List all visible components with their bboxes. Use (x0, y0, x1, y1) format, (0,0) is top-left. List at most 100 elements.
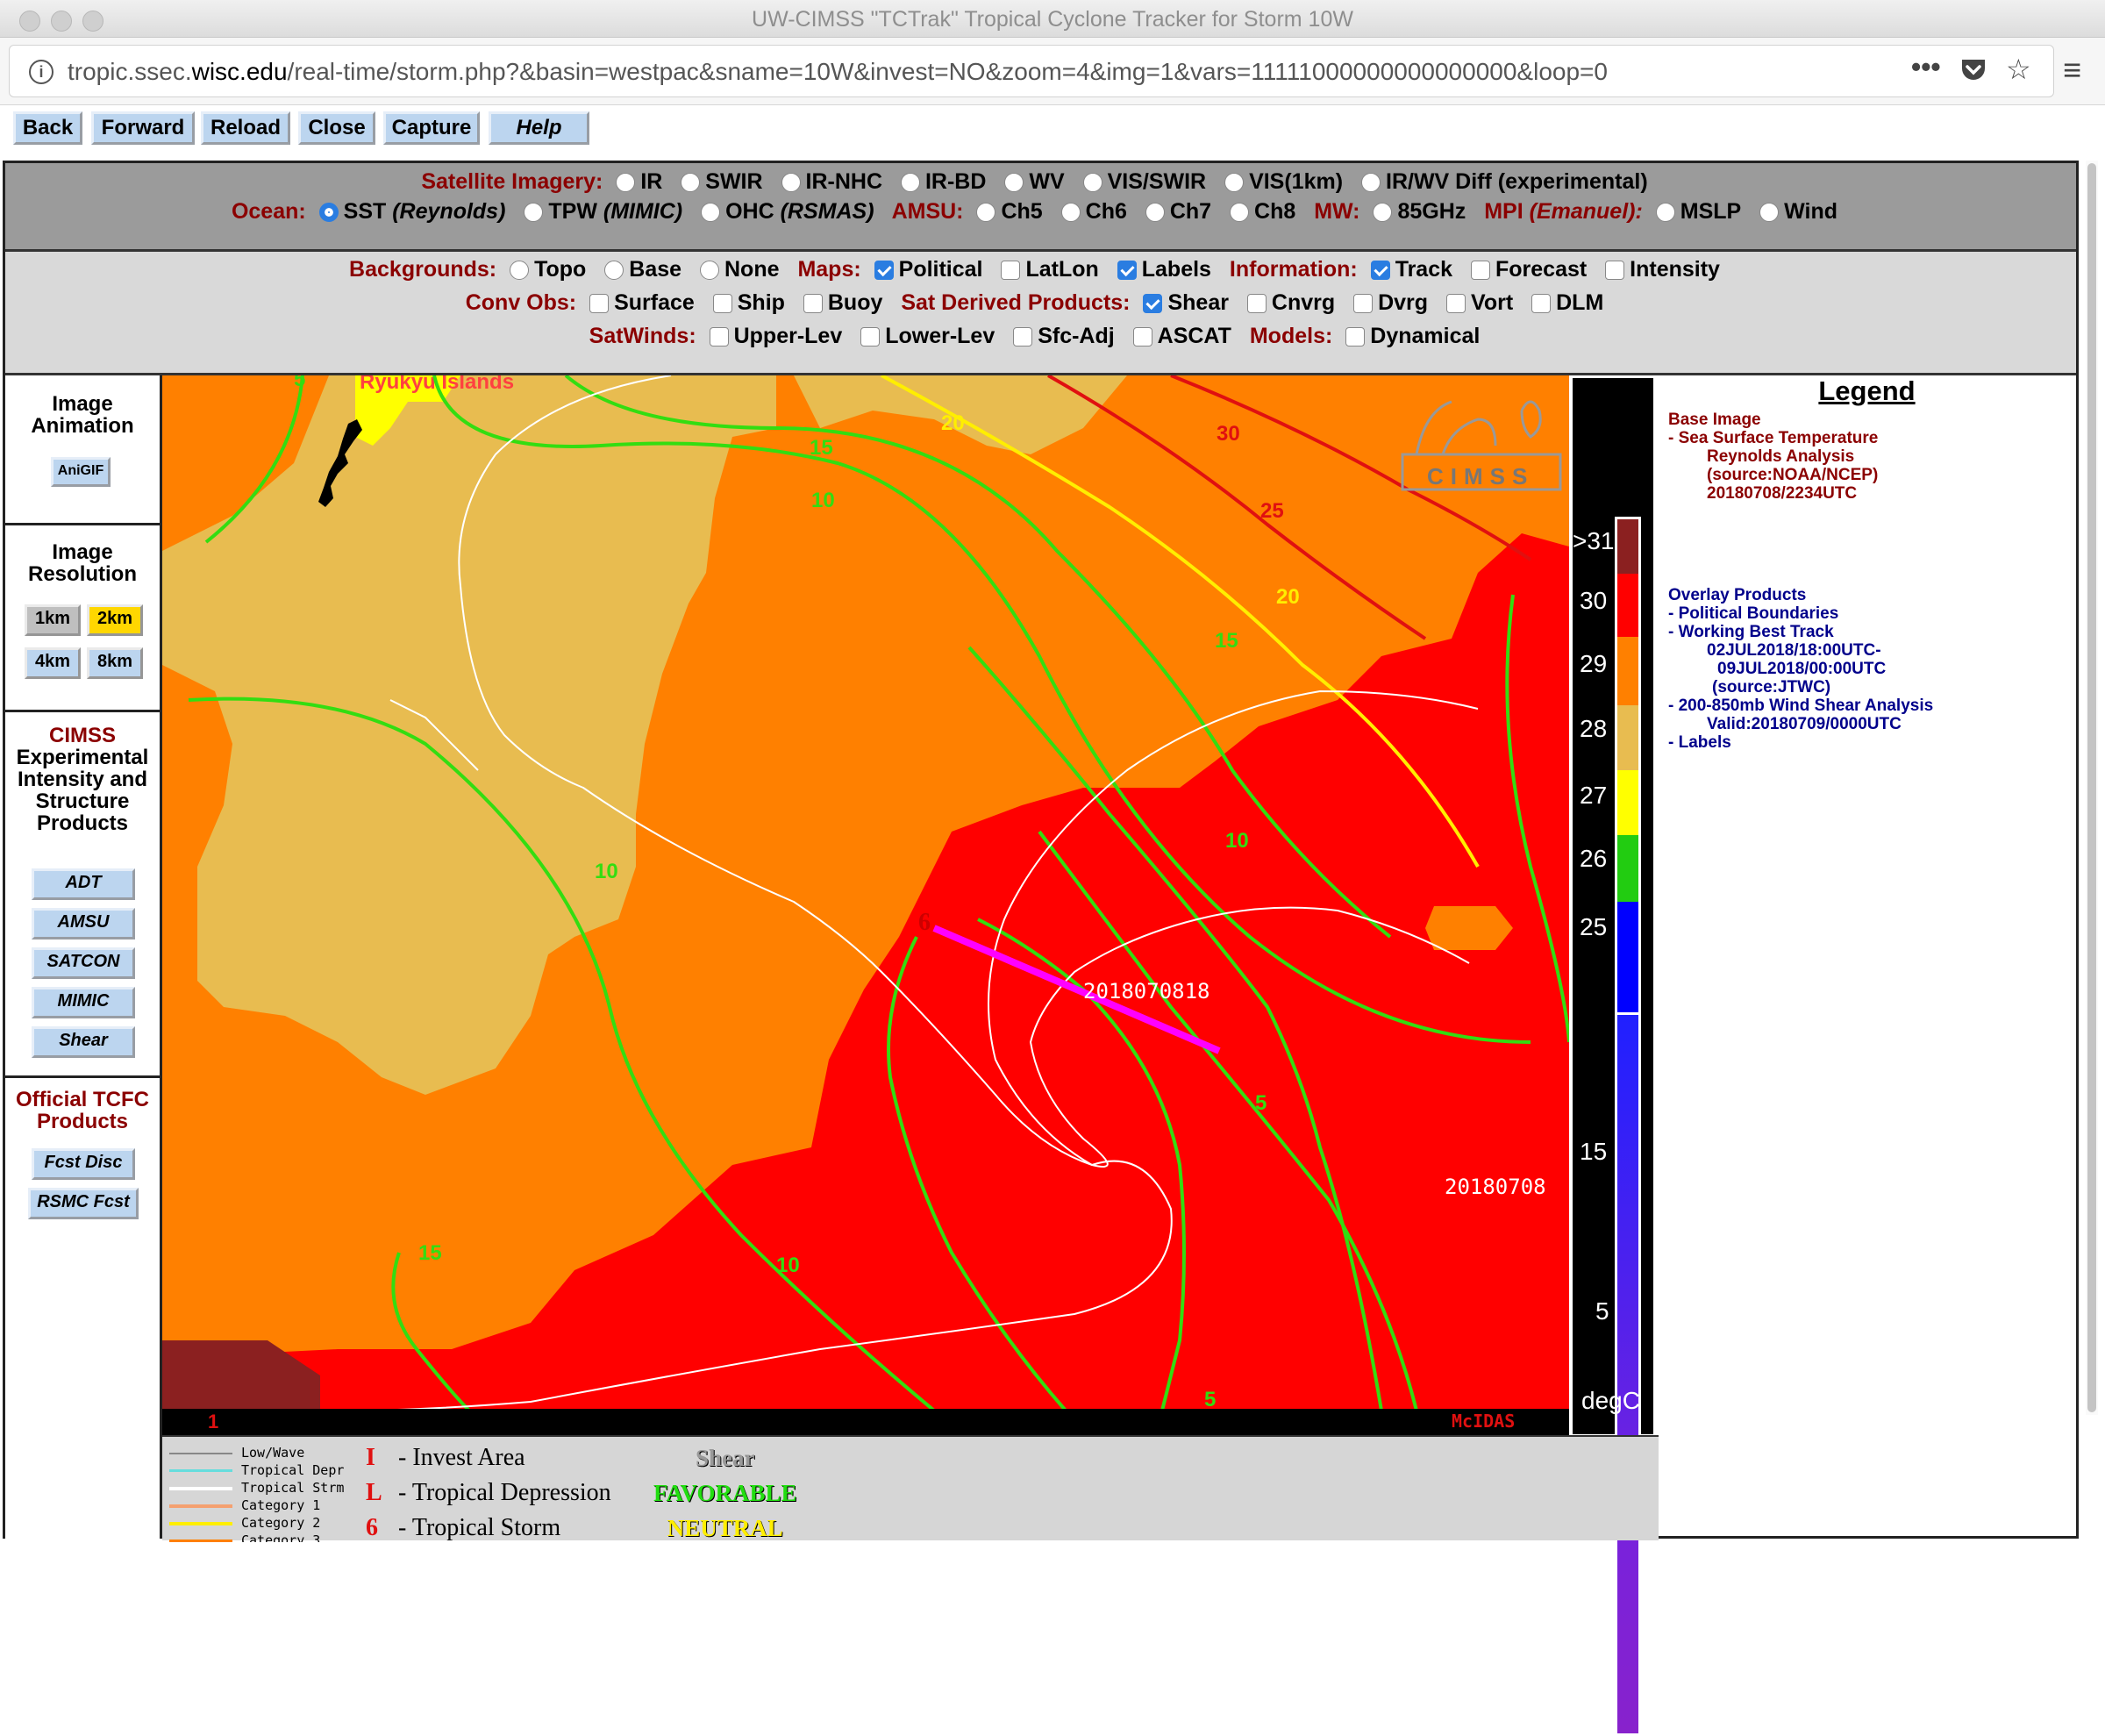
option-vis-swir[interactable]: VIS/SWIR (1082, 169, 1206, 194)
radio-ir-nhc[interactable] (781, 173, 801, 192)
shear-button[interactable]: Shear (32, 1026, 135, 1058)
satcon-button[interactable]: SATCON (32, 947, 135, 979)
option-ch8[interactable]: Ch8 (1230, 199, 1295, 224)
radio-ch7[interactable] (1145, 203, 1165, 222)
adt-button[interactable]: ADT (32, 868, 135, 900)
capture-button[interactable]: Capture (383, 111, 480, 145)
option-latlon[interactable]: LatLon (1001, 257, 1099, 282)
checkbox-ship[interactable] (712, 294, 732, 313)
option-wind[interactable]: Wind (1759, 199, 1837, 224)
checkbox-ascat[interactable] (1132, 327, 1152, 346)
radio-tpw[interactable] (524, 203, 544, 222)
anigif-button[interactable]: AniGIF (51, 457, 111, 487)
radio-ir-bd[interactable] (900, 173, 920, 192)
option-ship[interactable]: Ship (712, 290, 785, 315)
option-ohc[interactable]: OHC (RSMAS) (701, 199, 874, 224)
option-dlm[interactable]: DLM (1531, 290, 1603, 315)
radio-ir-wv-diff[interactable] (1361, 173, 1381, 192)
rsmc-fcst-button[interactable]: RSMC Fcst (28, 1188, 139, 1219)
radio-vis-1km[interactable] (1224, 173, 1245, 192)
radio-ch8[interactable] (1230, 203, 1250, 222)
option-lower-lev[interactable]: Lower-Lev (860, 324, 995, 348)
option-mslp[interactable]: MSLP (1655, 199, 1741, 224)
option-sfc-adj[interactable]: Sfc-Adj (1013, 324, 1115, 348)
radio-mslp[interactable] (1655, 203, 1675, 222)
checkbox-dvrg[interactable] (1353, 294, 1374, 313)
checkbox-surface[interactable] (589, 294, 610, 313)
radio-none[interactable] (700, 261, 719, 280)
option-cnvrg[interactable]: Cnvrg (1246, 290, 1335, 315)
checkbox-labels[interactable] (1117, 261, 1137, 280)
more-options-icon[interactable]: ••• (1911, 51, 1941, 83)
reload-button[interactable]: Reload (201, 111, 290, 145)
option-ascat[interactable]: ASCAT (1132, 324, 1231, 348)
radio-sst[interactable] (318, 203, 339, 222)
option-political[interactable]: Political (874, 257, 983, 282)
checkbox-forecast[interactable] (1470, 261, 1490, 280)
option-sst[interactable]: SST (Reynolds) (318, 199, 505, 224)
radio-wind[interactable] (1759, 203, 1780, 222)
radio-ch6[interactable] (1060, 203, 1081, 222)
mimic-button[interactable]: MIMIC (32, 987, 135, 1018)
option-surface[interactable]: Surface (589, 290, 695, 315)
sst-map[interactable]: Ryukyu Islands 6 5 15 10 20 30 25 20 15 … (162, 375, 1569, 1411)
checkbox-upper-lev[interactable] (709, 327, 729, 346)
option-ch7[interactable]: Ch7 (1145, 199, 1211, 224)
option-dvrg[interactable]: Dvrg (1353, 290, 1428, 315)
close-button[interactable]: Close (298, 111, 375, 145)
radio-ch5[interactable] (976, 203, 996, 222)
scrollbar-thumb[interactable] (2087, 163, 2096, 1412)
radio-vis-swir[interactable] (1082, 173, 1102, 192)
res-8km-button[interactable]: 8km (87, 647, 143, 679)
option-forecast[interactable]: Forecast (1470, 257, 1587, 282)
radio-85ghz[interactable] (1373, 203, 1393, 222)
checkbox-track[interactable] (1370, 261, 1390, 280)
help-button[interactable]: Help (489, 111, 589, 145)
address-bar[interactable]: i tropic.ssec.wisc.edu/real-time/storm.p… (9, 45, 2054, 97)
checkbox-dynamical[interactable] (1345, 327, 1366, 346)
option-ir[interactable]: IR (616, 169, 662, 194)
radio-base[interactable] (604, 261, 624, 280)
url-text[interactable]: tropic.ssec.wisc.edu/real-time/storm.php… (68, 58, 1608, 86)
forward-button[interactable]: Forward (91, 111, 195, 145)
option-topo[interactable]: Topo (510, 257, 586, 282)
radio-ir[interactable] (616, 173, 636, 192)
option-dynamical[interactable]: Dynamical (1345, 324, 1480, 348)
option-85ghz[interactable]: 85GHz (1373, 199, 1466, 224)
option-track[interactable]: Track (1370, 257, 1452, 282)
option-upper-lev[interactable]: Upper-Lev (709, 324, 842, 348)
checkbox-vort[interactable] (1446, 294, 1466, 313)
back-button[interactable]: Back (13, 111, 82, 145)
amsu-button[interactable]: AMSU (32, 908, 135, 939)
checkbox-intensity[interactable] (1605, 261, 1625, 280)
checkbox-buoy[interactable] (803, 294, 823, 313)
res-2km-button[interactable]: 2km (87, 604, 143, 636)
checkbox-dlm[interactable] (1531, 294, 1552, 313)
menu-icon[interactable]: ≡ (2063, 52, 2081, 89)
checkbox-latlon[interactable] (1001, 261, 1021, 280)
option-labels[interactable]: Labels (1117, 257, 1211, 282)
res-1km-button[interactable]: 1km (25, 604, 81, 636)
option-swir[interactable]: SWIR (681, 169, 763, 194)
option-vis-1km[interactable]: VIS(1km) (1224, 169, 1343, 194)
bookmark-star-icon[interactable]: ☆ (2006, 53, 2031, 86)
fcst-disc-button[interactable]: Fcst Disc (32, 1148, 135, 1180)
checkbox-cnvrg[interactable] (1246, 294, 1267, 313)
radio-swir[interactable] (681, 173, 701, 192)
option-ir-wv-diff[interactable]: IR/WV Diff (experimental) (1361, 169, 1648, 194)
pocket-icon[interactable] (1959, 54, 1988, 91)
option-vort[interactable]: Vort (1446, 290, 1513, 315)
option-ch6[interactable]: Ch6 (1060, 199, 1127, 224)
radio-topo[interactable] (510, 261, 530, 280)
option-tpw[interactable]: TPW (MIMIC) (524, 199, 682, 224)
checkbox-political[interactable] (874, 261, 894, 280)
option-ch5[interactable]: Ch5 (976, 199, 1043, 224)
checkbox-shear[interactable] (1143, 294, 1163, 313)
checkbox-sfc-adj[interactable] (1013, 327, 1033, 346)
option-ir-bd[interactable]: IR-BD (900, 169, 986, 194)
option-shear[interactable]: Shear (1143, 290, 1229, 315)
res-4km-button[interactable]: 4km (25, 647, 81, 679)
option-intensity[interactable]: Intensity (1605, 257, 1720, 282)
info-icon[interactable]: i (29, 60, 54, 84)
option-ir-nhc[interactable]: IR-NHC (781, 169, 882, 194)
